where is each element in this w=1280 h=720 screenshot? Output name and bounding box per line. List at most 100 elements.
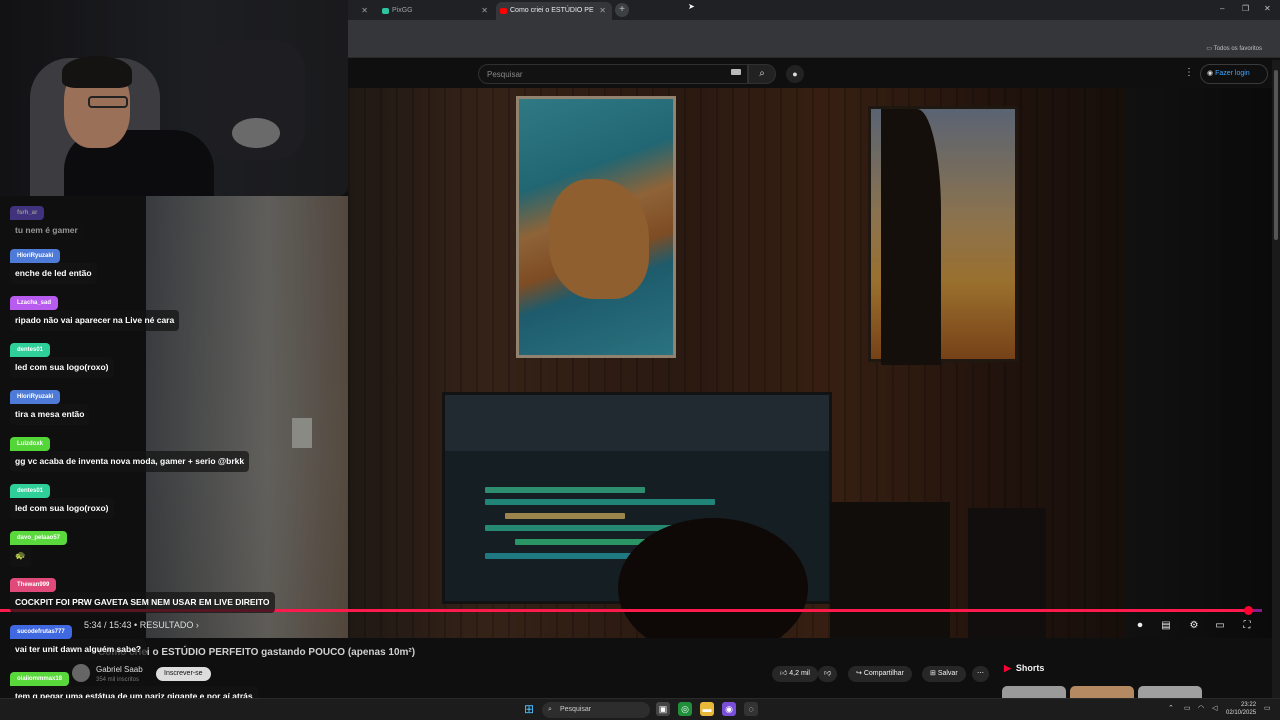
chat-username: Thewan999 <box>10 578 57 592</box>
file-explorer-icon[interactable]: ▬ <box>700 702 714 716</box>
window-close-icon[interactable]: ✕ <box>1264 4 1271 13</box>
chat-username: davo_pelaao57 <box>10 531 68 545</box>
thumbs-down-icon: 👎︎ <box>824 670 832 677</box>
obs-icon[interactable]: ◌ <box>744 702 758 716</box>
windows-start-icon[interactable]: ⊞ <box>524 703 536 715</box>
discord-icon[interactable]: ◉ <box>722 702 736 716</box>
video-player[interactable] <box>348 88 1126 638</box>
chat-message: davo_pelaao57 🐢 <box>10 526 68 567</box>
chat-message: dentes01 led com sua logo(roxo) <box>10 338 114 378</box>
shorts-icon: ▶ <box>1004 663 1011 673</box>
chat-text: led com sua logo(roxo) <box>10 357 114 378</box>
task-view-icon[interactable]: ▣ <box>656 702 670 716</box>
account-icon: ◉ <box>1207 70 1216 77</box>
page-scrollbar[interactable] <box>1272 60 1280 700</box>
clock-date: 02/10/2025 <box>1226 710 1257 716</box>
keyboard-icon[interactable] <box>731 69 741 75</box>
share-icon: ↪ <box>856 670 864 677</box>
chat-username: dentes01 <box>10 343 51 357</box>
background-object <box>232 118 280 148</box>
chat-username: Lzacha_sad <box>10 296 59 310</box>
theater-mode-icon[interactable]: ▭ <box>1211 618 1229 634</box>
settings-gear-icon[interactable]: ⚙ <box>1185 618 1203 634</box>
youtube-favicon-icon <box>500 8 507 14</box>
light-switch <box>292 418 312 448</box>
bookmarks-label: Todos os favoritos <box>1213 46 1262 52</box>
close-icon[interactable]: ✕ <box>599 2 606 20</box>
chat-message: fsrh_ar tu nem é gamer <box>10 201 83 241</box>
new-tab-button[interactable]: + <box>615 3 629 17</box>
like-button[interactable]: 👍︎ 4,2 mil <box>772 666 818 682</box>
subtitles-icon[interactable]: ▤ <box>1157 618 1175 634</box>
streamer-webcam <box>0 0 348 196</box>
short-thumbnail[interactable] <box>1138 686 1202 698</box>
chat-text: ripado não vai aparecer na Live né cara <box>10 310 180 331</box>
tab-label: Como criei o ESTÚDIO PERFEITO <box>510 7 594 14</box>
recommendations-column <box>1126 88 1280 638</box>
all-bookmarks-link[interactable]: ▭ Todos os favoritos <box>1206 45 1262 52</box>
glasses <box>88 96 128 108</box>
notifications-icon[interactable]: ▭ <box>1264 704 1271 712</box>
stream-chat-overlay: fsrh_ar tu nem é gamer HloriRyuzaki ench… <box>0 196 290 707</box>
save-button[interactable]: ⊞ Salvar <box>922 666 966 682</box>
dislike-button[interactable]: 👎︎ <box>818 666 838 682</box>
scrollbar-thumb[interactable] <box>1274 70 1278 240</box>
close-icon[interactable]: ✕ <box>361 2 368 20</box>
fullscreen-icon[interactable]: ⛶ <box>1238 618 1256 634</box>
share-label: Compartilhar <box>863 670 904 677</box>
short-thumbnail[interactable] <box>1002 686 1066 698</box>
save-label: Salvar <box>937 670 958 677</box>
shorts-header: ▶ Shorts <box>1004 663 1044 674</box>
youtube-search-input[interactable]: Pesquisar <box>478 64 748 84</box>
settings-menu-icon[interactable]: ⋮ <box>1184 67 1194 78</box>
chat-text: gg vc acaba de inventa nova moda, gamer … <box>10 451 250 472</box>
search-button[interactable]: ⌕ <box>748 64 776 84</box>
network-icon[interactable]: ▭ <box>1184 704 1191 712</box>
short-thumbnail[interactable] <box>1070 686 1134 698</box>
thumbs-up-icon: 👍︎ <box>780 670 790 677</box>
chat-emote: 🐢 <box>10 545 31 567</box>
screen: ✕ PixGG ✕ Como criei o ESTÚDIO PERFEITO … <box>0 0 1280 720</box>
streamer-hair <box>62 56 132 88</box>
browser-tab-pixgg[interactable]: PixGG ✕ <box>378 2 494 20</box>
close-icon[interactable]: ✕ <box>481 2 488 20</box>
taskbar-search[interactable]: ⌕ Pesquisar <box>542 702 650 718</box>
youtube-header: Pesquisar ⌕ ● ⋮ ◉ Fazer login <box>348 60 1280 88</box>
chat-username: dentes01 <box>10 484 51 498</box>
taskbar-search-label: Pesquisar <box>560 706 592 713</box>
video-dim-overlay <box>348 88 1126 638</box>
login-label: Fazer login <box>1215 70 1250 77</box>
browser-tab-youtube[interactable]: Como criei o ESTÚDIO PERFEITO ✕ <box>496 2 612 20</box>
taskbar-clock[interactable]: 23:22 02/10/2025 <box>1226 701 1256 717</box>
chat-username: HloriRyuzaki <box>10 249 61 263</box>
pixgg-favicon-icon <box>382 8 389 14</box>
chat-message: dentes01 led com sua logo(roxo) <box>10 479 114 519</box>
chat-text: tira a mesa então <box>10 404 90 425</box>
chat-text: led com sua logo(roxo) <box>10 498 114 519</box>
browser-tab-1[interactable]: ✕ <box>352 2 374 20</box>
more-icon: ⋯ <box>977 670 984 677</box>
minimize-icon[interactable]: – <box>1220 4 1224 13</box>
autoplay-toggle[interactable]: ⏺ <box>1130 618 1150 634</box>
tray-overflow-icon[interactable]: ⌃ <box>1168 704 1174 712</box>
chat-text: tu nem é gamer <box>10 220 83 241</box>
chat-text: vai ter unit dawn alguém sabe? <box>10 639 147 660</box>
search-icon: ⌕ <box>759 68 765 79</box>
share-button[interactable]: ↪ Compartilhar <box>848 666 912 682</box>
maximize-icon[interactable]: ❐ <box>1242 4 1249 13</box>
bookmark-icon: ⊞ <box>930 670 938 677</box>
wifi-icon[interactable]: ◠ <box>1198 704 1204 712</box>
chat-text: COCKPIT FOI PRW GAVETA SEM NEM USAR EM L… <box>10 592 275 613</box>
login-button[interactable]: ◉ Fazer login <box>1200 64 1268 84</box>
chat-message: sucodefrutas777 vai ter unit dawn alguém… <box>10 620 147 660</box>
volume-icon[interactable]: ◁ <box>1212 704 1217 712</box>
chrome-icon[interactable]: ◎ <box>678 702 692 716</box>
chat-username: fsrh_ar <box>10 206 45 220</box>
chat-username: Luizdoxk <box>10 437 51 451</box>
chat-username: HloriRyuzaki <box>10 390 61 404</box>
chat-username: sucodefrutas777 <box>10 625 72 639</box>
chat-text: enche de led então <box>10 263 97 284</box>
voice-search-button[interactable]: ● <box>786 65 804 83</box>
more-actions-button[interactable]: ⋯ <box>972 666 989 682</box>
windows-taskbar: ⊞ ⌕ Pesquisar ▣ ◎ ▬ ◉ ◌ ⌃ ▭ ◠ ◁ 23:22 02/… <box>0 698 1280 720</box>
